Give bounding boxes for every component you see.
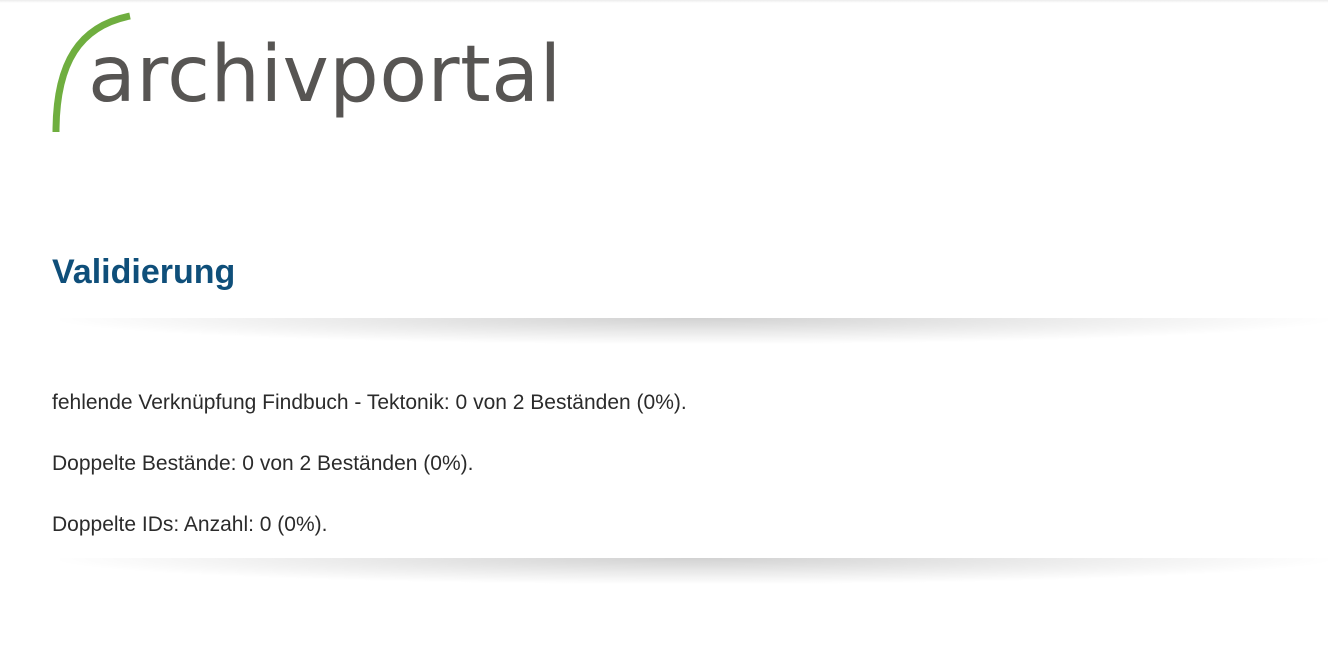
site-header: archivportal xyxy=(0,0,1328,170)
validation-result-duplicate-holdings: Doppelte Bestände: 0 von 2 Beständen (0%… xyxy=(52,452,474,475)
title-section: Validierung xyxy=(0,222,1328,318)
validation-content: fehlende Verknüpfung Findbuch - Tektonik… xyxy=(0,340,1328,560)
logo-wordmark: archivportal xyxy=(88,30,562,120)
content-bottom-shadow xyxy=(60,558,1328,584)
page: archivportal Validierung fehlende Verknü… xyxy=(0,0,1328,654)
page-title: Validierung xyxy=(52,253,236,291)
validation-result-duplicate-ids: Doppelte IDs: Anzahl: 0 (0%). xyxy=(52,513,328,536)
archivportal-logo[interactable]: archivportal xyxy=(50,12,570,137)
validation-result-missing-link: fehlende Verknüpfung Findbuch - Tektonik… xyxy=(52,391,687,414)
validation-results-list: fehlende Verknüpfung Findbuch - Tektonik… xyxy=(52,388,687,571)
